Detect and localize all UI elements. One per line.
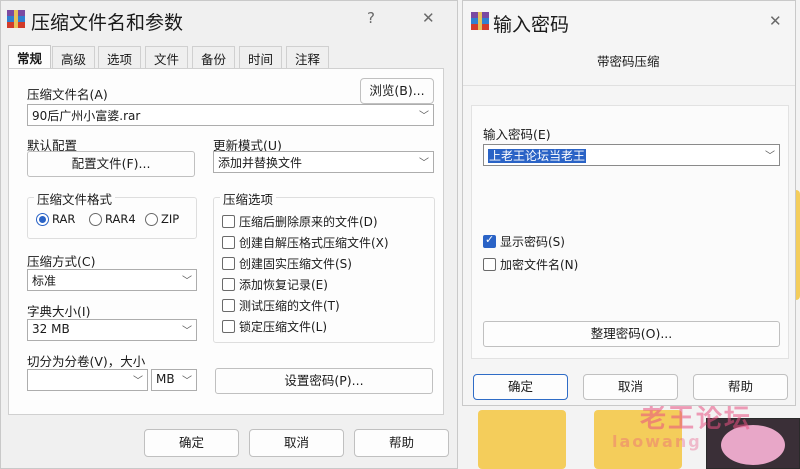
- help-button[interactable]: 帮助: [354, 429, 449, 457]
- password-help-button[interactable]: 帮助: [693, 374, 788, 400]
- chevron-down-icon[interactable]: ﹀: [419, 107, 429, 122]
- password-title-bar[interactable]: 输入密码 ✕: [463, 1, 795, 37]
- option-sfx-label: 创建自解压格式压缩文件(X): [239, 236, 389, 250]
- format-rar-label: RAR: [52, 212, 76, 226]
- set-password-button[interactable]: 设置密码(P)...: [215, 368, 433, 394]
- divider: [463, 85, 795, 86]
- title-bar[interactable]: 压缩文件名和参数 ? ✕: [1, 1, 457, 37]
- format-zip-label: ZIP: [161, 212, 180, 226]
- password-cancel-button[interactable]: 取消: [583, 374, 678, 400]
- encrypt-filenames-checkbox[interactable]: 加密文件名(N): [483, 256, 578, 273]
- help-icon[interactable]: ?: [367, 9, 375, 27]
- tab-options[interactable]: 选项: [98, 46, 142, 68]
- update-mode-select[interactable]: 添加并替换文件 ﹀: [213, 151, 434, 173]
- winrar-icon: [471, 12, 489, 30]
- dictionary-size-value: 32 MB: [32, 322, 70, 336]
- chevron-down-icon[interactable]: ﹀: [182, 372, 192, 387]
- option-delete-after-label: 压缩后删除原来的文件(D): [239, 215, 378, 229]
- dialog-title: 压缩文件名和参数: [31, 12, 184, 34]
- option-test[interactable]: 测试压缩的文件(T): [222, 297, 340, 314]
- general-tab-panel: 压缩文件名(A) 浏览(B)... 90后广州小富婆.rar ﹀ 默认配置 配置…: [8, 68, 444, 415]
- option-solid-label: 创建固实压缩文件(S): [239, 257, 352, 271]
- watermark-subtext: laowang: [612, 432, 702, 451]
- encrypt-filenames-label: 加密文件名(N): [500, 258, 579, 272]
- organize-passwords-button[interactable]: 整理密码(O)...: [483, 321, 780, 347]
- option-solid[interactable]: 创建固实压缩文件(S): [222, 255, 352, 272]
- compression-options-group: 压缩选项 压缩后删除原来的文件(D) 创建自解压格式压缩文件(X) 创建固实压缩…: [213, 189, 435, 343]
- show-password-label: 显示密码(S): [500, 235, 565, 249]
- format-rar4-label: RAR4: [105, 212, 136, 226]
- radio-unselected-icon: [145, 212, 158, 226]
- split-unit-value: MB: [156, 372, 175, 386]
- password-value: 上老王论坛当老王: [488, 149, 587, 163]
- compression-method-value: 标准: [32, 274, 57, 288]
- tab-files[interactable]: 文件: [145, 46, 189, 68]
- split-volume-label: 切分为分卷(V)，大小: [27, 354, 146, 369]
- close-icon[interactable]: ✕: [422, 9, 435, 27]
- password-dialog-subtitle: 带密码压缩: [597, 54, 660, 69]
- option-recovery[interactable]: 添加恢复记录(E): [222, 276, 328, 293]
- tab-advanced[interactable]: 高级: [52, 46, 96, 68]
- option-delete-after[interactable]: 压缩后删除原来的文件(D): [222, 213, 378, 230]
- desktop-folder-icon[interactable]: [478, 410, 566, 469]
- option-recovery-label: 添加恢复记录(E): [239, 278, 328, 292]
- split-unit-select[interactable]: MB ﹀: [151, 369, 197, 391]
- chevron-down-icon[interactable]: ﹀: [765, 147, 775, 162]
- chevron-down-icon[interactable]: ﹀: [133, 372, 143, 387]
- password-dialog: 输入密码 ✕ 带密码压缩 输入密码(E) 上老王论坛当老王 ﹀ 显示密码(S) …: [462, 0, 796, 406]
- checkbox-icon: [222, 215, 235, 228]
- winrar-icon: [7, 10, 25, 28]
- radio-selected-icon: [36, 212, 49, 226]
- chevron-down-icon[interactable]: ﹀: [419, 154, 429, 169]
- archive-name-label: 压缩文件名(A): [27, 87, 108, 102]
- split-size-input[interactable]: ﹀: [27, 369, 148, 391]
- tab-time[interactable]: 时间: [239, 46, 283, 68]
- close-icon[interactable]: ✕: [769, 12, 782, 30]
- tab-backup[interactable]: 备份: [192, 46, 236, 68]
- dictionary-size-label: 字典大小(I): [27, 304, 91, 319]
- archive-settings-dialog: 压缩文件名和参数 ? ✕ 常规 高级 选项 文件 备份 时间 注释 压缩文件名(…: [0, 0, 458, 469]
- checkbox-icon: [222, 257, 235, 270]
- checkbox-icon: [222, 320, 235, 333]
- chevron-down-icon[interactable]: ﹀: [182, 322, 192, 337]
- profile-button[interactable]: 配置文件(F)...: [27, 151, 195, 177]
- chevron-down-icon[interactable]: ﹀: [182, 272, 192, 287]
- checkbox-icon: [222, 278, 235, 291]
- show-password-checkbox[interactable]: 显示密码(S): [483, 233, 565, 250]
- format-rar4-radio[interactable]: RAR4: [89, 212, 136, 226]
- checkbox-checked-icon: [483, 233, 496, 248]
- option-lock-label: 锁定压缩文件(L): [239, 320, 328, 334]
- checkbox-icon: [483, 258, 496, 271]
- password-ok-button[interactable]: 确定: [473, 374, 568, 400]
- format-zip-radio[interactable]: ZIP: [145, 212, 179, 226]
- cancel-button[interactable]: 取消: [249, 429, 344, 457]
- archive-format-group: 压缩文件格式 RAR RAR4 ZIP: [27, 189, 197, 239]
- option-test-label: 测试压缩的文件(T): [239, 299, 340, 313]
- option-sfx[interactable]: 创建自解压格式压缩文件(X): [222, 234, 389, 251]
- checkbox-icon: [222, 236, 235, 249]
- browse-button[interactable]: 浏览(B)...: [360, 78, 434, 104]
- update-mode-value: 添加并替换文件: [218, 156, 303, 170]
- password-label: 输入密码(E): [483, 127, 551, 142]
- archive-name-value: 90后广州小富婆.rar: [32, 109, 141, 123]
- compression-method-label: 压缩方式(C): [27, 254, 96, 269]
- checkbox-icon: [222, 299, 235, 312]
- password-input[interactable]: 上老王论坛当老王 ﹀: [483, 144, 780, 166]
- radio-unselected-icon: [89, 212, 102, 226]
- format-rar-radio[interactable]: RAR: [36, 212, 75, 226]
- archive-format-title: 压缩文件格式: [34, 189, 116, 208]
- tab-general[interactable]: 常规: [8, 45, 52, 69]
- tab-comment[interactable]: 注释: [286, 46, 330, 68]
- ok-button[interactable]: 确定: [144, 429, 239, 457]
- password-panel: 输入密码(E) 上老王论坛当老王 ﹀ 显示密码(S) 加密文件名(N) 整理密码…: [471, 105, 789, 359]
- dictionary-size-select[interactable]: 32 MB ﹀: [27, 319, 197, 341]
- compression-options-title: 压缩选项: [220, 189, 277, 208]
- compression-method-select[interactable]: 标准 ﹀: [27, 269, 197, 291]
- password-dialog-title: 输入密码: [493, 14, 570, 36]
- archive-name-input[interactable]: 90后广州小富婆.rar ﹀: [27, 104, 434, 126]
- option-lock[interactable]: 锁定压缩文件(L): [222, 318, 327, 335]
